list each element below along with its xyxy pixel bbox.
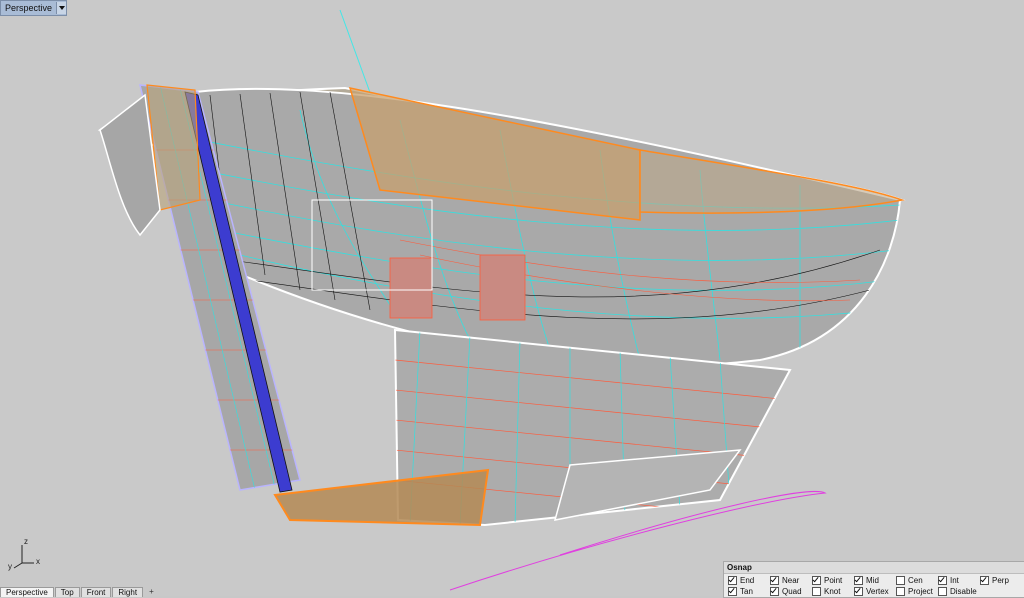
axis-gizmo bbox=[13, 545, 34, 569]
osnap-checkbox[interactable] bbox=[854, 576, 863, 585]
osnap-checkbox[interactable] bbox=[728, 587, 737, 596]
osnap-checkbox[interactable] bbox=[728, 576, 737, 585]
osnap-checkbox[interactable] bbox=[770, 576, 779, 585]
osnap-option-cen[interactable]: Cen bbox=[896, 576, 938, 585]
viewport-menu-arrow-icon[interactable] bbox=[56, 2, 67, 14]
osnap-option-label: Mid bbox=[866, 576, 879, 585]
osnap-option-perp[interactable]: Perp bbox=[980, 576, 1022, 585]
axis-x-label: x bbox=[36, 557, 40, 566]
boat-hull-model[interactable] bbox=[0, 0, 1024, 596]
selected-bottom-plate[interactable] bbox=[273, 468, 490, 527]
osnap-option-label: Near bbox=[782, 576, 800, 585]
osnap-option-int[interactable]: Int bbox=[938, 576, 980, 585]
osnap-panel: Osnap End Near Point Mid Cen Int Perp Tan Quad Kn… bbox=[723, 561, 1024, 598]
osnap-title: Osnap bbox=[724, 562, 1024, 574]
osnap-checkbox[interactable] bbox=[812, 587, 821, 596]
osnap-option-label: Knot bbox=[824, 587, 841, 596]
osnap-options: End Near Point Mid Cen Int Perp Tan Quad Knot Vert… bbox=[724, 574, 1024, 596]
axis-z-label: z bbox=[24, 537, 28, 546]
osnap-option-label: Perp bbox=[992, 576, 1009, 585]
perspective-viewport[interactable]: z x y Perspective bbox=[0, 0, 1024, 596]
osnap-option-project[interactable]: Project bbox=[896, 587, 938, 596]
osnap-option-end[interactable]: End bbox=[728, 576, 770, 585]
osnap-option-label: Disable bbox=[950, 587, 977, 596]
viewport-title[interactable]: Perspective bbox=[1, 3, 56, 13]
osnap-option-tan[interactable]: Tan bbox=[728, 587, 770, 596]
axis-y-label: y bbox=[8, 562, 12, 571]
osnap-checkbox[interactable] bbox=[980, 576, 989, 585]
osnap-option-label: Tan bbox=[740, 587, 753, 596]
osnap-option-knot[interactable]: Knot bbox=[812, 587, 854, 596]
osnap-option-label: Int bbox=[950, 576, 959, 585]
interior-box-1 bbox=[389, 257, 433, 319]
osnap-option-label: Cen bbox=[908, 576, 923, 585]
osnap-option-quad[interactable]: Quad bbox=[770, 587, 812, 596]
osnap-option-label: Vertex bbox=[866, 587, 889, 596]
osnap-checkbox[interactable] bbox=[938, 587, 947, 596]
osnap-checkbox[interactable] bbox=[896, 576, 905, 585]
osnap-option-label: Point bbox=[824, 576, 843, 585]
osnap-checkbox[interactable] bbox=[812, 576, 821, 585]
osnap-option-near[interactable]: Near bbox=[770, 576, 812, 585]
viewport-title-bar[interactable]: Perspective bbox=[0, 0, 68, 16]
osnap-checkbox[interactable] bbox=[896, 587, 905, 596]
osnap-option-vertex[interactable]: Vertex bbox=[854, 587, 896, 596]
osnap-checkbox[interactable] bbox=[770, 587, 779, 596]
osnap-checkbox[interactable] bbox=[938, 576, 947, 585]
osnap-option-disable[interactable]: Disable bbox=[938, 587, 980, 596]
interior-box-2 bbox=[479, 254, 526, 321]
osnap-option-label: Project bbox=[908, 587, 933, 596]
osnap-option-mid[interactable]: Mid bbox=[854, 576, 896, 585]
selected-deck-panel[interactable] bbox=[639, 149, 905, 214]
osnap-option-label: Quad bbox=[782, 587, 802, 596]
osnap-option-point[interactable]: Point bbox=[812, 576, 854, 585]
osnap-checkbox[interactable] bbox=[854, 587, 863, 596]
osnap-option-label: End bbox=[740, 576, 755, 585]
